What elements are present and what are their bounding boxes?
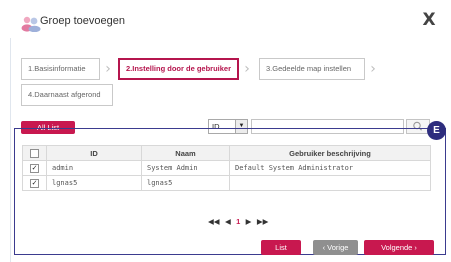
user-description-cell [229, 175, 431, 191]
step-basisinformatie[interactable]: 1.Basisinformatie [21, 58, 100, 80]
table-header-row: ID Naam Gebruiker beschrijving [22, 145, 431, 161]
first-page-icon[interactable]: ◀◀ [208, 217, 220, 226]
table-row[interactable]: ✓ lgnas5 lgnas5 [22, 175, 431, 191]
column-header-id: ID [46, 145, 142, 161]
select-all-checkbox[interactable] [22, 145, 47, 161]
group-add-dialog: Groep toevoegen X 1.Basisinformatie › 2.… [0, 0, 451, 262]
previous-button[interactable]: ‹ Vorige [313, 240, 358, 255]
next-page-icon[interactable]: ▶ [246, 217, 252, 226]
last-page-icon[interactable]: ▶▶ [257, 217, 269, 226]
close-button[interactable]: X [419, 9, 439, 31]
step-gedeelde-map[interactable]: 3.Gedeelde map instellen [259, 58, 365, 80]
column-header-beschrijving: Gebruiker beschrijving [229, 145, 431, 161]
row-checkbox[interactable]: ✓ [22, 160, 47, 176]
current-page[interactable]: 1 [236, 217, 240, 226]
checkmark-icon: ✓ [30, 163, 39, 173]
step-instelling-gebruiker[interactable]: 2.Instelling door de gebruiker [118, 58, 239, 80]
next-button[interactable]: Volgende › [364, 240, 434, 255]
group-users-icon [21, 16, 41, 32]
pagination: ◀◀ ◀ 1 ▶ ▶▶ [208, 217, 271, 227]
list-button[interactable]: List [261, 240, 301, 255]
step-arrow-icon: › [244, 61, 250, 77]
row-checkbox[interactable]: ✓ [22, 175, 47, 191]
step-arrow-icon: › [105, 61, 111, 77]
table-row[interactable]: ✓ admin System Admin Default System Admi… [22, 160, 431, 176]
user-name-cell: System Admin [141, 160, 230, 176]
checkmark-icon: ✓ [30, 178, 39, 188]
user-table: ID Naam Gebruiker beschrijving ✓ admin S… [22, 145, 431, 191]
step-daarnaast-afgerond[interactable]: 4.Daarnaast afgerond [21, 84, 113, 106]
checkbox-icon [30, 148, 39, 158]
user-description-cell: Default System Administrator [229, 160, 431, 176]
user-name-cell: lgnas5 [141, 175, 230, 191]
dialog-title: Groep toevoegen [40, 15, 126, 27]
prev-page-icon[interactable]: ◀ [225, 217, 231, 226]
annotation-badge: E [427, 121, 446, 140]
user-id-cell: lgnas5 [46, 175, 142, 191]
step-arrow-icon: › [370, 61, 376, 77]
left-divider [10, 38, 11, 262]
column-header-naam: Naam [141, 145, 230, 161]
user-id-cell: admin [46, 160, 142, 176]
